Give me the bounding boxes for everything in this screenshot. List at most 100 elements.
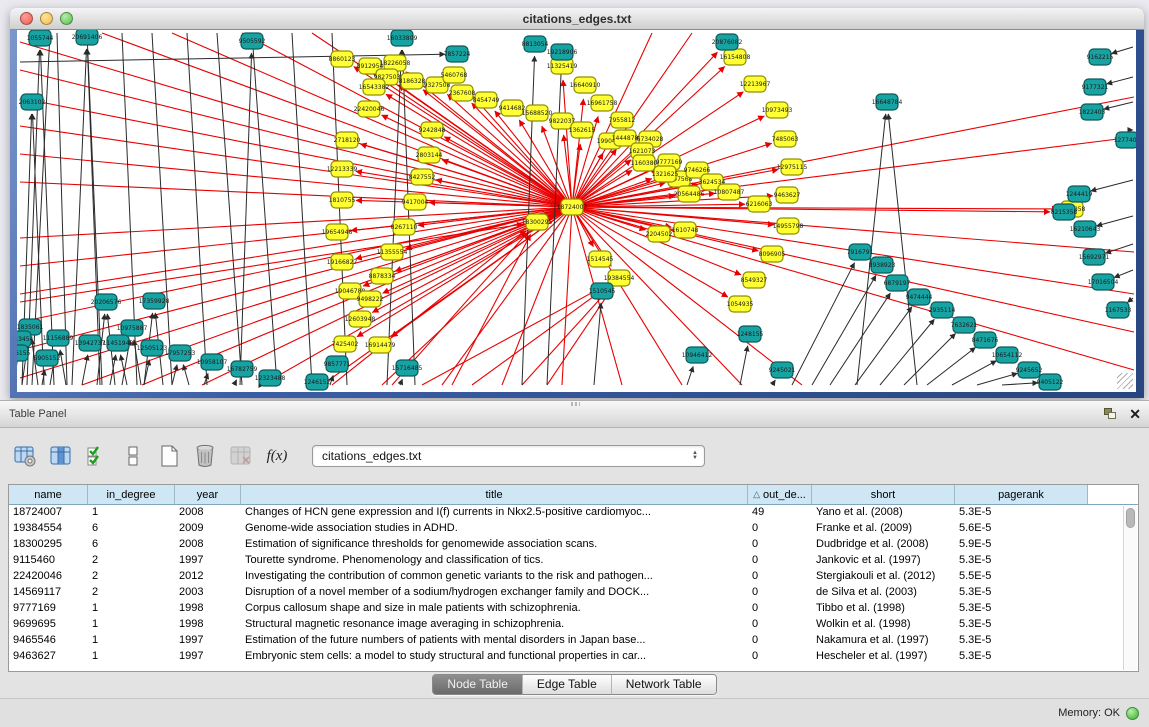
graph-node[interactable]: 10973493 (762, 102, 793, 118)
graph-node[interactable]: 17359928 (139, 293, 170, 309)
graph-node[interactable]: 19166827 (327, 254, 358, 270)
graph-node[interactable]: 9505592 (239, 33, 266, 49)
graph-node[interactable]: 9857771 (324, 356, 351, 372)
graph-node[interactable]: 20564486 (674, 186, 705, 202)
float-panel-icon[interactable] (1104, 408, 1117, 420)
graph-node[interactable]: 7485063 (772, 131, 799, 147)
new-file-button[interactable] (154, 441, 184, 471)
graph-node[interactable]: 12213339 (327, 161, 358, 177)
graph-node[interactable]: 16648784 (872, 94, 903, 110)
graph-node[interactable]: 1167533 (1105, 302, 1132, 318)
graph-node[interactable]: 9242848 (419, 122, 446, 138)
graph-node[interactable]: 8938923 (869, 257, 896, 273)
graph-node[interactable]: 8454749 (473, 92, 500, 108)
graph-node[interactable]: 5905152 (34, 350, 61, 366)
graph-node[interactable]: 16961758 (587, 95, 618, 111)
tab-edge-table[interactable]: Edge Table (522, 675, 611, 694)
graph-node[interactable]: 9162215 (1087, 49, 1114, 65)
graph-node[interactable]: 8186328 (399, 73, 426, 89)
graph-node[interactable]: 12323488 (255, 370, 286, 386)
graph-node[interactable]: 19218906 (547, 44, 578, 60)
graph-node[interactable]: 8427552 (409, 169, 436, 185)
graph-node[interactable]: 22420046 (354, 101, 385, 117)
graph-node[interactable]: 7916791 (847, 244, 874, 260)
graph-node[interactable]: 15716485 (392, 360, 423, 376)
trash-button[interactable] (190, 441, 220, 471)
graph-node[interactable]: 10807487 (714, 184, 745, 200)
table-row[interactable]: 969969511998Structural magnetic resonanc… (9, 617, 1138, 633)
column-header-out_de[interactable]: △out_de... (748, 485, 812, 504)
close-panel-icon[interactable]: ✕ (1129, 407, 1141, 421)
graph-node[interactable]: 6216063 (746, 196, 773, 212)
graph-node[interactable]: 11156889 (43, 330, 74, 346)
graph-node[interactable]: 2367608 (449, 85, 476, 101)
table-column-button[interactable] (46, 441, 76, 471)
graph-node[interactable]: 18300295 (522, 214, 553, 230)
graph-node[interactable]: 8549327 (741, 272, 768, 288)
close-button[interactable] (20, 12, 33, 25)
graph-node[interactable]: 9498222 (357, 291, 384, 307)
graph-node[interactable]: 14955798 (773, 218, 804, 234)
graph-node[interactable]: 16033809 (387, 30, 418, 46)
graph-node[interactable]: 1810755 (329, 192, 356, 208)
graph-node[interactable]: 11355554 (377, 244, 408, 260)
column-header-pagerank[interactable]: pagerank (955, 485, 1088, 504)
graph-node[interactable]: 9463627 (774, 187, 801, 203)
tab-network-table[interactable]: Network Table (611, 675, 716, 694)
graph-node[interactable]: 10975887 (117, 320, 148, 336)
graph-node[interactable]: 7632621 (951, 317, 978, 333)
graph-node[interactable]: 1610748 (672, 222, 699, 238)
rows-button[interactable] (118, 441, 148, 471)
table-row[interactable]: 1872400712008Changes of HCN gene express… (9, 505, 1138, 521)
checklist-button[interactable] (82, 441, 112, 471)
graph-node[interactable]: 7425402 (332, 336, 359, 352)
column-header-in_degree[interactable]: in_degree (88, 485, 175, 504)
graph-node[interactable]: 20206576 (91, 294, 122, 310)
graph-node[interactable]: 16782759 (227, 361, 258, 377)
resize-grip-icon[interactable] (1117, 373, 1133, 389)
vertical-scrollbar[interactable] (1123, 506, 1137, 670)
graph-node[interactable]: 6879197 (884, 275, 911, 291)
graph-node[interactable]: 8096905 (759, 246, 786, 262)
graph-node[interactable]: 9177321 (1082, 79, 1109, 95)
column-header-title[interactable]: title (241, 485, 748, 504)
table-row[interactable]: 911546021997Tourette syndrome. Phenomeno… (9, 553, 1138, 569)
column-header-short[interactable]: short (812, 485, 955, 504)
graph-node[interactable]: 8813054 (522, 36, 549, 52)
minimize-button[interactable] (40, 12, 53, 25)
graph-node[interactable]: 12975115 (777, 159, 808, 175)
graph-node[interactable]: 16914479 (365, 337, 396, 353)
graph-node[interactable]: 2718120 (334, 132, 361, 148)
graph-node[interactable]: 20876082 (712, 34, 743, 50)
graph-node[interactable]: 10958107 (197, 354, 228, 370)
graph-node[interactable]: 1054935 (727, 296, 754, 312)
graph-node[interactable]: 16154808 (720, 49, 751, 65)
graph-node[interactable]: 9474444 (906, 289, 933, 305)
tab-node-table[interactable]: Node Table (433, 675, 522, 694)
table-row[interactable]: 1830029562008Estimation of significance … (9, 537, 1138, 553)
graph-node[interactable]: 1248155 (737, 326, 764, 342)
graph-node[interactable]: 16543382 (359, 79, 390, 95)
table-gear-button[interactable] (10, 441, 40, 471)
graph-node[interactable]: 9245652 (1016, 362, 1043, 378)
network-canvas[interactable]: 1872400788601238912954182260589827503165… (17, 30, 1136, 392)
graph-node[interactable]: 13942737 (75, 335, 106, 351)
graph-node[interactable]: 5460768 (441, 67, 468, 83)
graph-node[interactable]: 9405122 (1037, 374, 1064, 390)
graph-node[interactable]: 15692971 (1079, 249, 1110, 265)
network-window-titlebar[interactable]: citations_edges.txt (10, 8, 1144, 30)
graph-node[interactable]: 7955812 (609, 112, 636, 128)
graph-node[interactable]: 1362615 (569, 122, 596, 138)
table-row[interactable]: 946362711997Embryonic stem cells: a mode… (9, 649, 1138, 665)
graph-node[interactable]: 8860123 (329, 51, 356, 67)
graph-node[interactable]: 9417004 (402, 194, 429, 210)
graph-node[interactable]: 8215358 (1051, 204, 1078, 220)
graph-node[interactable]: 1822403 (1079, 104, 1106, 120)
graph-node[interactable]: 1277403 (1114, 132, 1136, 148)
table-row[interactable]: 977716911998Corpus callosum shape and si… (9, 601, 1138, 617)
graph-node[interactable]: 2803144 (416, 147, 443, 163)
graph-node[interactable]: 16640910 (570, 77, 601, 93)
network-graph[interactable]: 1872400788601238912954182260589827503165… (17, 30, 1136, 392)
graph-node[interactable]: 1321625 (652, 166, 679, 182)
graph-node[interactable]: 1160380 (631, 155, 658, 171)
